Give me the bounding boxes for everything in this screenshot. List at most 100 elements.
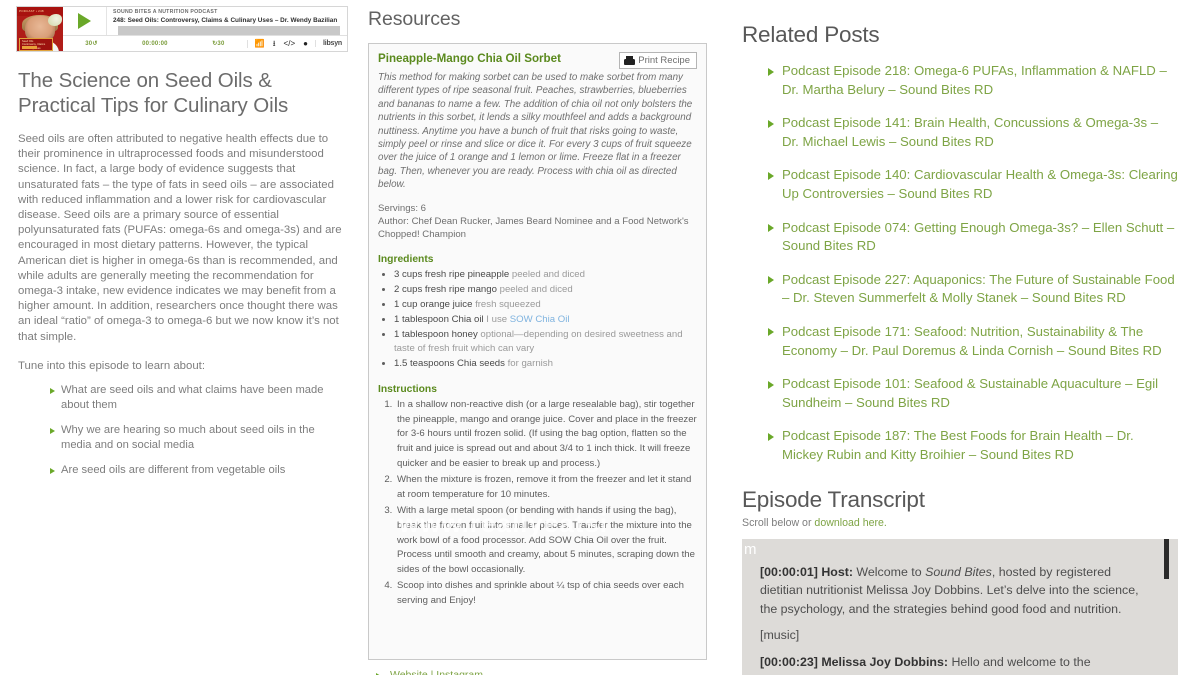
player-icon-group: 📶 ⭳ </> ●: [246, 39, 315, 48]
ingredient-amount: 1.5 teaspoons Chia seeds: [394, 358, 505, 370]
episode-artwork: PODCAST • 248 Seed OilsControversy, Clai…: [17, 7, 63, 51]
transcript-speaker: Melissa Joy Dobbins:: [821, 654, 949, 669]
transcript-scroll-note: Scroll below or download here.: [742, 517, 1178, 529]
related-post-link[interactable]: Podcast Episode 101: Seafood & Sustainab…: [768, 375, 1178, 412]
list-item: 1 tablespoon Chia oil I use SOW Chia Oil: [394, 313, 697, 327]
player-time-display: 00:00:00: [142, 40, 168, 47]
transcript-entry: [00:00:01] Host: Welcome to Sound Bites,…: [760, 563, 1148, 619]
sidebar-column: Related Posts Podcast Episode 218: Omega…: [734, 0, 1200, 675]
list-item: 3 cups fresh ripe pineapple peeled and d…: [394, 268, 697, 282]
transcript-timestamp: [00:00:23]: [760, 654, 818, 669]
libsyn-brand-label: libsyn: [314, 40, 347, 48]
list-item: Scoop into dishes and sprinkle about ¼ t…: [395, 579, 697, 608]
player-controls: 30↺ 00:00:00 ↻30 📶 ⭳ </> ● libsyn: [63, 36, 347, 51]
print-recipe-label: Print Recipe: [638, 55, 690, 66]
related-posts-list: Podcast Episode 218: Omega-6 PUFAs, Infl…: [742, 62, 1178, 465]
print-recipe-button[interactable]: Print Recipe: [619, 52, 697, 69]
ingredient-note: peeled and diced: [509, 269, 585, 281]
resources-footer-links[interactable]: Website | Instagram: [368, 669, 726, 675]
list-item: 1 tablespoon honey optional—depending on…: [394, 328, 697, 356]
play-button[interactable]: [63, 7, 107, 36]
transcript-text-before: Welcome to: [852, 564, 926, 579]
transcript-timestamp: [00:00:01]: [760, 564, 818, 579]
artwork-caption-box: Seed OilsControversy, Claims& Culinary U…: [19, 38, 53, 51]
list-item: 1.5 teaspoons Chia seeds for garnish: [394, 357, 697, 371]
tune-in-label: Tune into this episode to learn about:: [18, 359, 206, 372]
website-instagram-link[interactable]: Website | Instagram: [390, 669, 483, 675]
resources-heading: Resources: [368, 8, 461, 30]
printer-icon: [624, 56, 636, 65]
ingredient-amount: 3 cups fresh ripe pineapple: [394, 269, 510, 281]
list-item: Are seed oils are different from vegetab…: [50, 463, 348, 478]
related-post-link[interactable]: Podcast Episode 218: Omega-6 PUFAs, Infl…: [768, 62, 1178, 99]
recipe-header: Pineapple-Mango Chia Oil Sorbet Print Re…: [378, 52, 697, 69]
recipe-servings: Servings: 6: [378, 202, 426, 214]
ingredient-amount: 1 cup orange juice: [394, 299, 473, 311]
recipe-card: Pineapple-Mango Chia Oil Sorbet Print Re…: [368, 43, 707, 660]
instructions-heading: Instructions: [378, 384, 437, 396]
instructions-list: In a shallow non-reactive dish (or a lar…: [378, 398, 697, 608]
rewind-30-button[interactable]: 30↺: [85, 40, 97, 47]
player-meta: SOUND BITES A NUTRITION PODCAST 248: See…: [107, 7, 347, 36]
ingredient-amount: 1 tablespoon Chia oil: [394, 314, 484, 326]
related-post-link[interactable]: Podcast Episode 140: Cardiovascular Heal…: [768, 166, 1178, 203]
scroll-note-text: Scroll below or: [742, 516, 815, 529]
transcript-ghost-text: m: [744, 540, 757, 558]
list-item: Why we are hearing so much about seed oi…: [50, 423, 348, 453]
related-post-link[interactable]: Podcast Episode 227: Aquaponics: The Fut…: [768, 271, 1178, 308]
transcript-text-before: Hello and welcome to the: [948, 654, 1091, 669]
player-top: SOUND BITES A NUTRITION PODCAST 248: See…: [63, 7, 347, 37]
article-paragraph: Seed oils are often attributed to negati…: [18, 133, 342, 343]
list-item: What are seed oils and what claims have …: [50, 383, 348, 413]
artwork-caption-bar: [22, 45, 37, 49]
podcast-player[interactable]: PODCAST • 248 Seed OilsControversy, Clai…: [16, 6, 348, 52]
ingredient-amount: 2 cups fresh ripe mango: [394, 284, 497, 296]
embed-code-icon[interactable]: </>: [284, 39, 296, 48]
page-root: PODCAST • 248 Seed OilsControversy, Clai…: [0, 0, 1200, 675]
player-transport: 30↺ 00:00:00 ↻30: [63, 40, 247, 48]
recipe-title: Pineapple-Mango Chia Oil Sorbet: [378, 52, 561, 65]
ingredient-amount: 1 tablespoon honey: [394, 329, 478, 341]
transcript-entry: [00:00:23] Melissa Joy Dobbins: Hello an…: [760, 653, 1148, 672]
episode-transcript-heading: Episode Transcript: [742, 486, 925, 512]
ingredient-note: for garnish: [504, 358, 553, 370]
related-post-link[interactable]: Podcast Episode 171: Seafood: Nutrition,…: [768, 323, 1178, 360]
player-main: SOUND BITES A NUTRITION PODCAST 248: See…: [63, 7, 347, 51]
related-post-link[interactable]: Podcast Episode 187: The Best Foods for …: [768, 427, 1178, 464]
player-episode-title: 248: Seed Oils: Controversy, Claims & Cu…: [113, 17, 338, 25]
transcript-speaker: Host:: [821, 564, 853, 579]
related-post-link[interactable]: Podcast Episode 141: Brain Health, Concu…: [768, 114, 1178, 151]
player-progress-bar[interactable]: [118, 26, 340, 36]
ingredient-note: peeled and diced: [496, 284, 573, 296]
list-item: 1 cup orange juice fresh squeezed: [394, 298, 697, 312]
list-item: In a shallow non-reactive dish (or a lar…: [395, 398, 697, 471]
list-item: With a large metal spoon (or bending wit…: [395, 504, 697, 577]
ingredient-note: fresh squeezed: [472, 299, 541, 311]
forward-30-button[interactable]: ↻30: [212, 40, 224, 47]
related-posts-heading: Related Posts: [742, 22, 880, 47]
share-icon[interactable]: ●: [303, 39, 308, 48]
article-column: PODCAST • 248 Seed OilsControversy, Clai…: [0, 0, 362, 488]
learn-about-list: What are seed oils and what claims have …: [16, 383, 348, 478]
related-post-link[interactable]: Podcast Episode 074: Getting Enough Omeg…: [768, 219, 1178, 256]
recipe-description: This method for making sorbet can be use…: [378, 72, 693, 191]
list-item: When the mixture is frozen, remove it fr…: [395, 473, 697, 502]
page-title: The Science on Seed Oils & Practical Tip…: [18, 69, 289, 117]
rss-icon[interactable]: 📶: [255, 39, 265, 48]
transcript-emphasis: Sound Bites: [925, 564, 992, 579]
recipe-author: Author: Chef Dean Rucker, James Beard No…: [378, 215, 689, 241]
download-transcript-link[interactable]: download here.: [814, 517, 886, 529]
sow-chia-oil-link[interactable]: SOW Chia Oil: [510, 314, 570, 325]
list-item: 2 cups fresh ripe mango peeled and diced: [394, 283, 697, 297]
transcript-scroll-region[interactable]: m [00:00:01] Host: Welcome to Sound Bite…: [742, 538, 1178, 675]
player-show-name: SOUND BITES A NUTRITION PODCAST: [113, 9, 218, 16]
transcript-scrollbar-thumb[interactable]: [1164, 538, 1169, 579]
resources-column: Resources Pineapple-Mango Chia Oil Sorbe…: [362, 0, 734, 675]
ingredients-heading: Ingredients: [378, 254, 434, 266]
ingredients-list: 3 cups fresh ripe pineapple peeled and d…: [378, 268, 697, 371]
ingredient-note: I use: [483, 314, 510, 326]
artwork-leaf: [48, 14, 62, 26]
play-icon: [78, 13, 91, 30]
transcript-entry: [music]: [760, 626, 1148, 645]
download-icon[interactable]: ⭳: [273, 39, 276, 48]
